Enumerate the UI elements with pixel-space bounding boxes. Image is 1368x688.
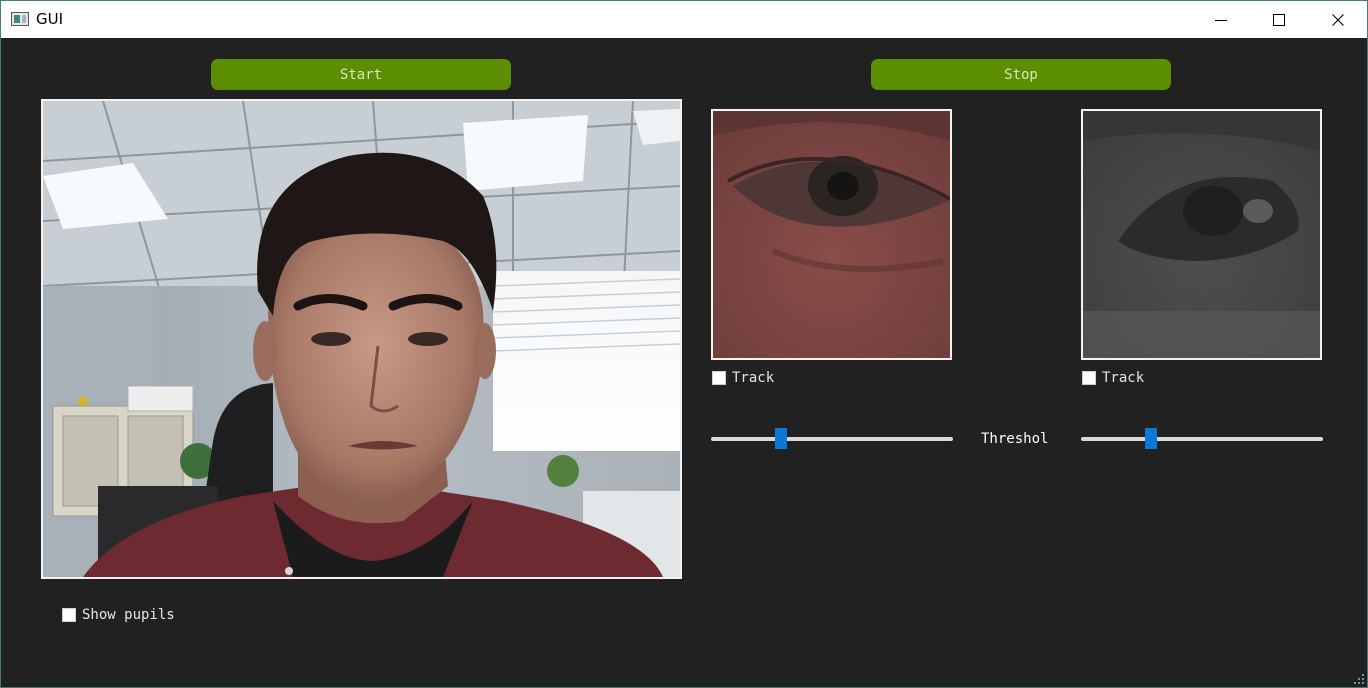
track-right-box[interactable] <box>1082 371 1096 385</box>
minimize-button[interactable] <box>1192 1 1250 38</box>
webcam-view <box>41 99 682 579</box>
maximize-button[interactable] <box>1250 1 1308 38</box>
right-eye-view <box>1081 109 1322 360</box>
close-icon <box>1332 13 1344 26</box>
left-threshold-slider[interactable] <box>711 428 953 450</box>
threshold-label: Threshol <box>981 431 1049 447</box>
webcam-image <box>43 101 680 577</box>
stop-button[interactable]: Stop <box>871 59 1171 90</box>
show-pupils-box[interactable] <box>62 608 76 622</box>
right-threshold-slider[interactable] <box>1081 428 1323 450</box>
app-icon <box>11 12 29 26</box>
left-slider-track[interactable] <box>711 437 953 441</box>
show-pupils-checkbox[interactable]: Show pupils <box>62 607 175 623</box>
right-eye-image <box>1083 111 1320 358</box>
left-eye-view <box>711 109 952 360</box>
track-right-label: Track <box>1102 370 1145 386</box>
maximize-icon <box>1273 13 1285 26</box>
minimize-icon <box>1215 19 1227 21</box>
start-button[interactable]: Start <box>211 59 511 90</box>
show-pupils-label: Show pupils <box>82 607 175 623</box>
track-right-checkbox[interactable]: Track <box>1082 370 1144 386</box>
track-left-box[interactable] <box>712 371 726 385</box>
left-slider-handle[interactable] <box>775 428 788 449</box>
window-title: GUI <box>36 10 64 28</box>
track-left-checkbox[interactable]: Track <box>712 370 774 386</box>
app-window: GUI Start Stop Track Track Threshol Show… <box>0 0 1368 688</box>
close-button[interactable] <box>1309 1 1367 38</box>
title-bar[interactable]: GUI <box>1 1 1367 38</box>
right-slider-handle[interactable] <box>1145 428 1158 449</box>
track-left-label: Track <box>732 370 775 386</box>
left-eye-image <box>713 111 950 358</box>
right-slider-track[interactable] <box>1081 437 1323 441</box>
main-panel: Start Stop Track Track Threshol Show pup… <box>1 38 1367 687</box>
resize-grip-icon[interactable] <box>1354 674 1364 684</box>
